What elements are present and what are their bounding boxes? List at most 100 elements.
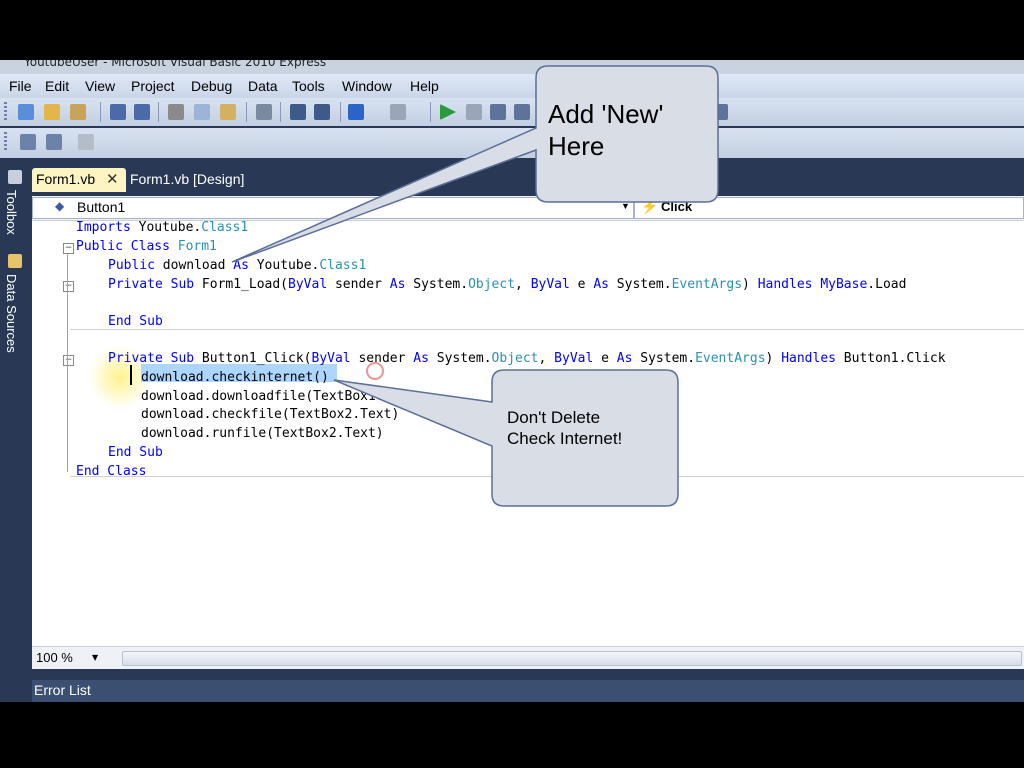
keyword: As	[593, 277, 609, 292]
menu-debug[interactable]: Debug	[191, 78, 232, 94]
type-name: EventArgs	[695, 351, 766, 366]
menu-edit[interactable]: Edit	[45, 78, 69, 94]
event-dropdown[interactable]: ⚡ Click	[634, 197, 1024, 219]
zoom-level[interactable]: 100 %	[36, 650, 73, 665]
object-dropdown[interactable]: ◆ Button1 ▼	[32, 197, 634, 219]
collapse-icon[interactable]: −	[63, 355, 74, 366]
code-text: ,	[515, 277, 531, 292]
error-list-tab[interactable]: Error List	[32, 680, 1024, 702]
code-line[interactable]: End Class	[76, 464, 146, 479]
code-text: )	[765, 351, 782, 366]
code-text: System.	[632, 351, 696, 366]
keyword: As	[233, 258, 249, 273]
error-list-label: Error List	[34, 682, 91, 698]
side-panel-strip: Toolbox Data Sources	[0, 158, 32, 702]
code-line[interactable]: Public download As Youtube.Class1	[108, 258, 366, 273]
editor-status-row: 100 % ▼	[32, 646, 1024, 669]
editor-margin	[32, 221, 66, 646]
callout-line: Check Internet!	[507, 429, 623, 448]
code-line[interactable]: End Sub	[108, 314, 163, 329]
toolbar-separator	[430, 102, 431, 122]
toolbar-grip[interactable]	[4, 102, 7, 122]
code-text: .Load	[867, 277, 907, 292]
code-line[interactable]: download.checkfile(TextBox2.Text)	[141, 407, 399, 422]
code-line[interactable]: download.downloadfile(TextBox1.Te	[141, 389, 399, 404]
start-debugging-icon[interactable]	[440, 104, 456, 120]
code-line[interactable]: download.runfile(TextBox2.Text)	[141, 426, 384, 441]
data-sources-tab[interactable]: Data Sources	[4, 274, 19, 353]
toolbar-separator	[246, 102, 247, 122]
title-bar: YoutubeUser - Microsoft Visual Basic 201…	[0, 60, 1024, 74]
callout-add-new-text: Add 'New' Here	[548, 98, 663, 162]
data-sources-icon[interactable]	[8, 254, 22, 268]
code-line[interactable]: Imports Youtube.Class1	[76, 220, 248, 235]
keyword: Handles	[757, 277, 813, 292]
stop-icon[interactable]	[466, 104, 482, 120]
code-line[interactable]: Public Class Form1	[76, 239, 217, 254]
code-text: e	[569, 277, 594, 292]
event-icon: ⚡	[641, 198, 659, 214]
save-icon[interactable]	[110, 104, 126, 120]
collapse-icon[interactable]: −	[63, 243, 74, 254]
toolbox-icon[interactable]	[8, 170, 22, 184]
open-file-icon[interactable]	[44, 104, 60, 120]
tab-form1-design[interactable]: Form1.vb [Design]	[130, 168, 280, 192]
close-tab-icon[interactable]: ✕	[106, 170, 119, 188]
menu-bar: File Edit View Project Debug Data Tools …	[0, 74, 1024, 98]
grid-icon[interactable]	[46, 134, 62, 150]
format-icon[interactable]	[78, 134, 94, 150]
step-over-icon[interactable]	[514, 104, 530, 120]
code-text: System.	[405, 277, 469, 292]
window-title: YoutubeUser - Microsoft Visual Basic 201…	[24, 60, 327, 69]
menu-data[interactable]: Data	[248, 78, 278, 94]
horizontal-scrollbar[interactable]	[122, 651, 1022, 666]
copy-icon[interactable]	[194, 104, 210, 120]
undo-icon[interactable]	[348, 104, 364, 120]
toolbox-tab[interactable]: Toolbox	[4, 190, 19, 235]
new-project-icon[interactable]	[18, 104, 34, 120]
redo-icon[interactable]	[390, 104, 406, 120]
keyword: Public Class	[76, 239, 170, 254]
cut-icon[interactable]	[168, 104, 184, 120]
menu-help[interactable]: Help	[410, 78, 439, 94]
code-line[interactable]: Private Sub Button1_Click(ByVal sender A…	[108, 351, 946, 366]
keyword: Handles	[781, 351, 836, 366]
menu-project[interactable]: Project	[131, 78, 175, 94]
tab-label: Form1.vb	[36, 171, 96, 187]
find-icon[interactable]	[256, 104, 272, 120]
uncomment-icon[interactable]	[314, 104, 330, 120]
keyword: Private Sub	[108, 277, 195, 292]
menu-window[interactable]: Window	[342, 78, 392, 94]
keyword: ByVal	[530, 277, 570, 292]
toolbar-separator	[340, 102, 341, 122]
standard-toolbar	[0, 98, 1024, 126]
paste-icon[interactable]	[220, 104, 236, 120]
keyword: Imports	[76, 220, 131, 235]
code-text: Button1_Click(	[194, 351, 312, 366]
code-line[interactable]: End Sub	[108, 445, 163, 460]
add-item-icon[interactable]	[70, 104, 86, 120]
code-line[interactable]: download.checkinternet()	[141, 370, 329, 385]
object-name: Button1	[77, 199, 126, 215]
menu-file[interactable]: File	[9, 78, 32, 94]
zoom-chevron-down-icon[interactable]: ▼	[92, 653, 98, 662]
menu-tools[interactable]: Tools	[292, 78, 325, 94]
menu-view[interactable]: View	[85, 78, 115, 94]
code-text: sender	[350, 351, 414, 366]
keyword: Private Sub	[108, 351, 195, 366]
keyword: Public	[108, 258, 155, 273]
toolbar-options-icon[interactable]	[712, 104, 728, 120]
code-line[interactable]: Private Sub Form1_Load(ByVal sender As S…	[108, 277, 906, 292]
code-text: sender	[327, 277, 390, 292]
collapse-icon[interactable]: −	[63, 281, 74, 292]
step-into-icon[interactable]	[490, 104, 506, 120]
tab-form1-vb[interactable]: Form1.vb ✕	[32, 168, 126, 192]
save-all-icon[interactable]	[134, 104, 150, 120]
chevron-down-icon: ▼	[621, 201, 630, 211]
align-icon[interactable]	[20, 134, 36, 150]
toolbar-grip[interactable]	[4, 132, 7, 152]
type-name: Object	[468, 277, 516, 292]
code-text: Youtube.	[130, 220, 202, 235]
comment-icon[interactable]	[290, 104, 306, 120]
type-name: Class1	[319, 258, 367, 273]
